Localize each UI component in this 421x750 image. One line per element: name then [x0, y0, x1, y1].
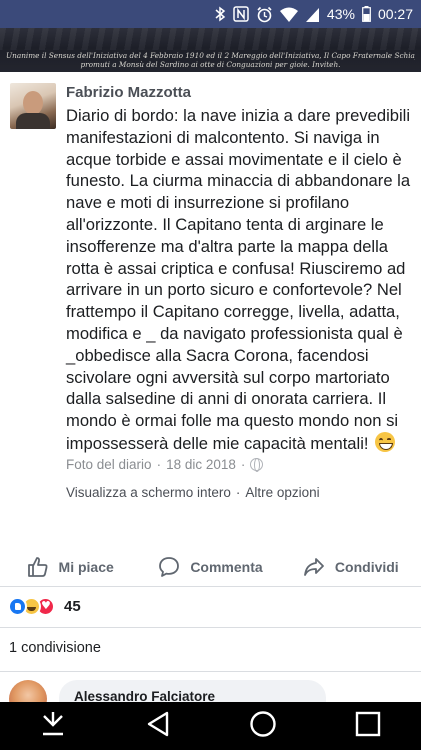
navigation-bar	[0, 702, 421, 750]
post-text-line: insofferenze ma d'altra parte la mappa d…	[66, 236, 389, 256]
post-text-line: funesto. La ciurma minaccia di abbandona…	[66, 171, 411, 191]
post-text: Diario di bordo: la nave inizia a dare p…	[66, 105, 410, 455]
post-text-line: nave e moti di insurrezione si profilano	[66, 193, 350, 213]
grinning-emoji-icon	[375, 431, 396, 452]
post-text-line: arrivare in un porto sicuro e confortevo…	[66, 280, 402, 300]
meta-separator: ·	[156, 457, 162, 472]
divider	[0, 627, 421, 628]
post-text-line: modifica e _ da navigato professionista …	[66, 323, 403, 343]
share-arrow-icon	[303, 556, 325, 578]
like-button[interactable]: Mi piace	[0, 556, 140, 578]
post-text-line-last: impossesserà delle mie capacità mentali!	[66, 431, 410, 455]
post-text-line: rotta è assai criptica e confusa! Riusci…	[66, 258, 406, 278]
post-text-line: all'orizzonte. Il Capitano tenta di argi…	[66, 214, 384, 234]
like-reaction-icon	[8, 597, 27, 616]
home-button[interactable]	[233, 702, 293, 750]
nfc-icon	[233, 6, 249, 22]
globe-icon	[250, 458, 264, 472]
home-circle-icon	[249, 710, 277, 743]
battery-percent: 43%	[326, 6, 355, 22]
author-avatar[interactable]	[10, 83, 56, 129]
cover-decoration	[0, 28, 421, 50]
reactions-summary[interactable]: 45	[8, 597, 81, 616]
cover-text-line-2: promuti a Monsù del Sardino ai otte di C…	[80, 60, 341, 69]
divider	[0, 586, 421, 587]
post-text-line: mondo è ormai folle ma questo mondo non …	[66, 411, 399, 431]
post-text-line: scivolare ogni avversità sul corpo marto…	[66, 367, 390, 387]
back-button[interactable]	[128, 702, 188, 750]
share-label: Condividi	[334, 559, 399, 575]
like-label: Mi piace	[58, 559, 114, 575]
post-text-line: dalla salsedine di anni di onorata carri…	[66, 389, 387, 409]
post-text-line: frattempo il Capitano corregge, livella,…	[66, 302, 400, 322]
post-text-line: impossesserà delle mie capacità mentali!	[66, 433, 369, 453]
signal-icon	[305, 7, 320, 22]
recent-square-icon	[355, 711, 381, 742]
comment-label: Commenta	[190, 559, 263, 575]
view-fullscreen-link[interactable]: Visualizza a schermo intero	[66, 485, 231, 500]
comment-icon	[158, 556, 180, 578]
post-meta: Foto del diario · 18 dic 2018 ·	[66, 457, 264, 472]
status-bar: 43% 00:27	[0, 0, 421, 28]
thumbs-up-icon	[27, 556, 49, 578]
post-text-line: acque torbide e assai movimentate e il c…	[66, 149, 402, 169]
action-bar: Mi piace Commenta Condividi	[0, 548, 421, 586]
album-link[interactable]: Foto del diario	[66, 457, 152, 472]
share-count[interactable]: 1 condivisione	[9, 640, 101, 656]
divider	[0, 671, 421, 672]
cover-text-line-1: Unanime il Sensus dell'Iniziativa del 4 …	[6, 51, 415, 60]
post-text-line: Diario di bordo: la nave inizia a dare p…	[66, 106, 411, 125]
post-text-line: manifestazioni di malcontento. Si naviga…	[66, 127, 380, 147]
clock: 00:27	[377, 6, 413, 22]
meta-separator: ·	[240, 457, 246, 472]
alarm-icon	[256, 6, 273, 23]
author-name[interactable]: Fabrizio Mazzotta	[66, 84, 191, 101]
share-button[interactable]: Condividi	[281, 556, 421, 578]
post-text-line: _obbedisce alla Sacra Corona, facendosi	[66, 345, 369, 365]
reaction-count: 45	[64, 598, 81, 615]
comment-button[interactable]: Commenta	[140, 556, 280, 578]
cover-banner: Unanime il Sensus dell'Iniziativa del 4 …	[0, 28, 421, 72]
wifi-icon	[279, 7, 298, 22]
hide-keyboard-button[interactable]	[23, 702, 83, 750]
photo-links: Visualizza a schermo intero · Altre opzi…	[66, 485, 320, 500]
recent-apps-button[interactable]	[338, 702, 398, 750]
bluetooth-icon	[214, 6, 226, 22]
post-date[interactable]: 18 dic 2018	[166, 457, 236, 472]
more-options-link[interactable]: Altre opzioni	[245, 485, 319, 500]
back-triangle-icon	[145, 710, 171, 743]
battery-icon	[362, 6, 371, 22]
download-arrow-icon	[40, 710, 66, 743]
link-separator: ·	[235, 485, 241, 500]
